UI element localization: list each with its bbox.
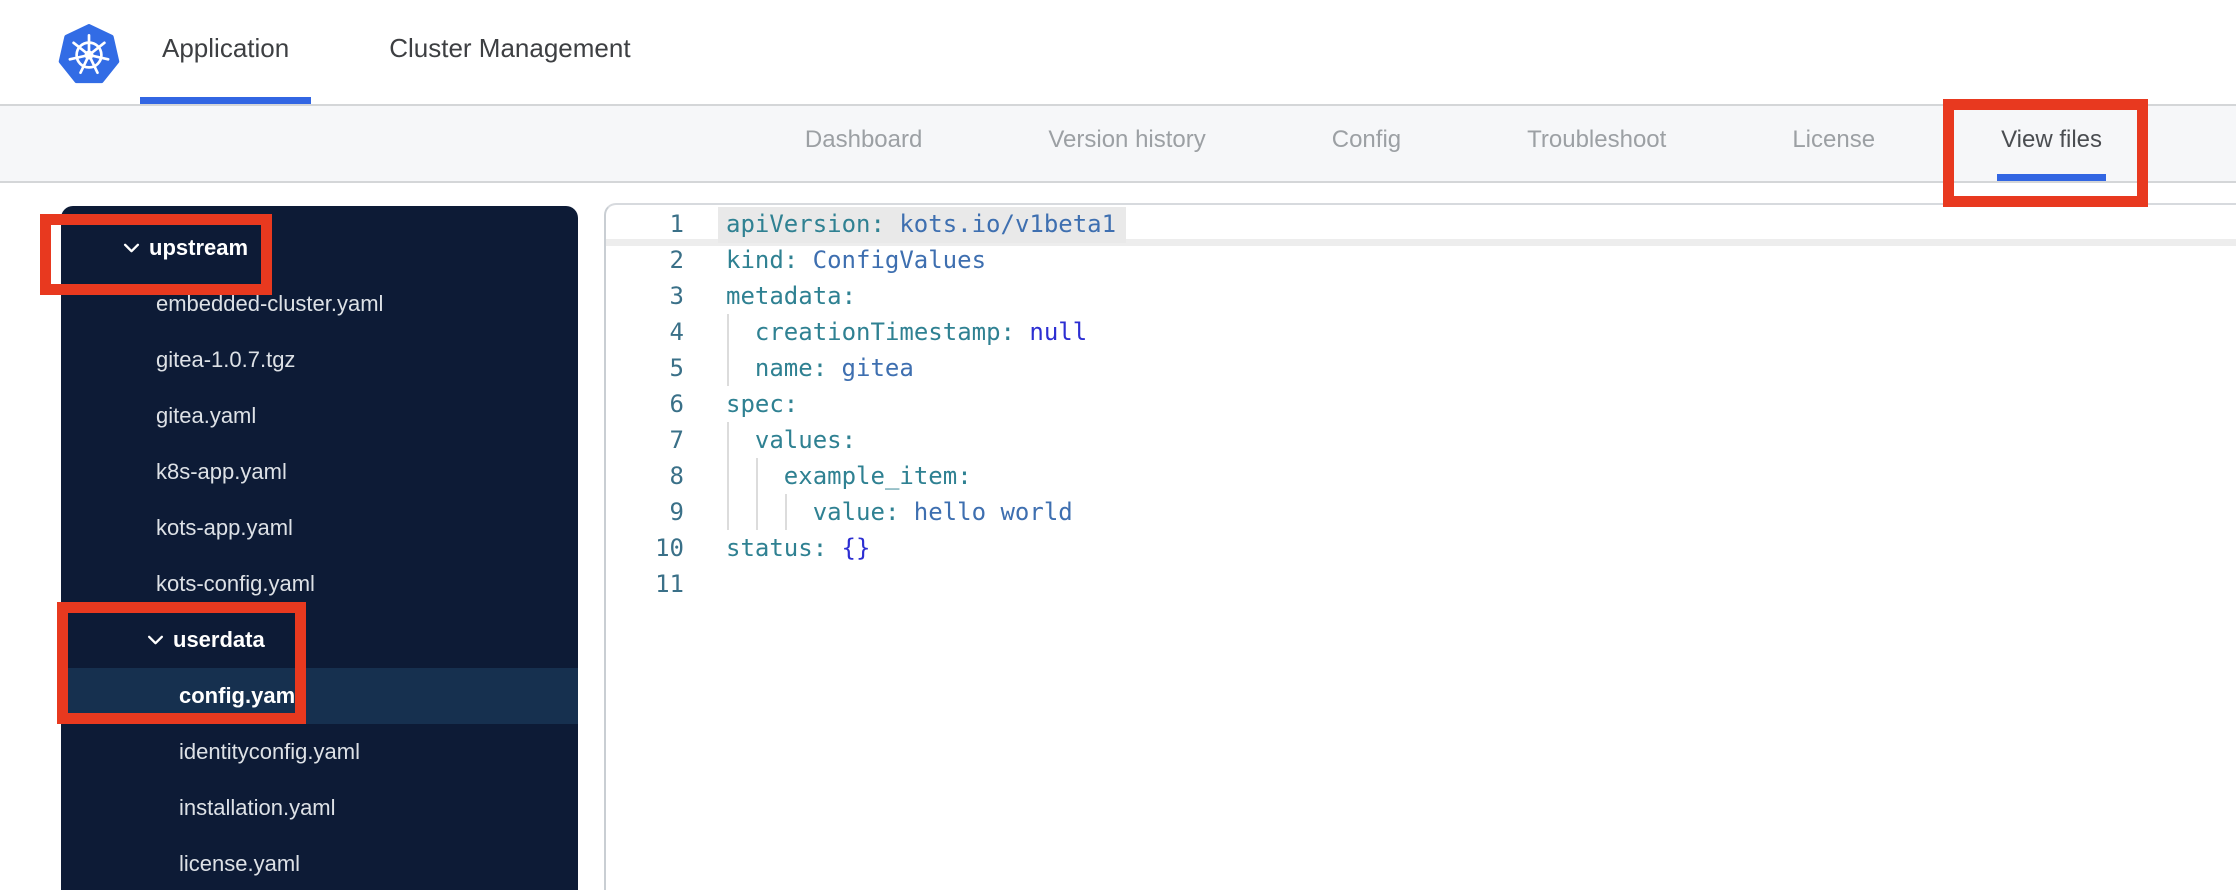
code-text: name: gitea bbox=[726, 350, 914, 386]
code-text: spec: bbox=[726, 390, 799, 418]
code-line: 8 example_item: bbox=[606, 458, 2236, 494]
tree-file-label: embedded-cluster.yaml bbox=[156, 291, 384, 316]
tree-folder-label: userdata bbox=[173, 627, 265, 652]
code-text: value: hello world bbox=[726, 494, 1073, 530]
tree-file-label: installation.yaml bbox=[179, 795, 336, 820]
tree-file-label: config.yaml bbox=[179, 683, 302, 708]
chevron-down-icon bbox=[123, 243, 140, 253]
tree-file-label: license.yaml bbox=[179, 851, 301, 876]
code-line: 11 bbox=[606, 566, 2236, 602]
code-text: kind: ConfigValues bbox=[726, 246, 987, 274]
code-line: 2 kind: ConfigValues bbox=[606, 242, 2236, 278]
tree-file-kots-app[interactable]: kots-app.yaml bbox=[61, 500, 578, 556]
code-line: 1 apiVersion: kots.io/v1beta1 bbox=[606, 206, 2236, 243]
tree-file-label: identityconfig.yaml bbox=[179, 739, 360, 764]
tree-file-kots-config[interactable]: kots-config.yaml bbox=[61, 556, 578, 612]
code-line: 5 name: gitea bbox=[606, 350, 2236, 386]
tree-file-installation[interactable]: installation.yaml bbox=[61, 780, 578, 836]
line-number: 10 bbox=[655, 534, 684, 562]
code-text: status:{} bbox=[726, 534, 871, 562]
app-subnav: Dashboard Version history Config Trouble… bbox=[0, 104, 2236, 183]
tree-file-label: kots-config.yaml bbox=[156, 571, 315, 596]
code-text: example_item: bbox=[726, 458, 972, 494]
primary-tabs: Application Cluster Management bbox=[140, 0, 653, 104]
tree-file-label: kots-app.yaml bbox=[156, 515, 293, 540]
tree-file-label: gitea.yaml bbox=[156, 403, 257, 428]
tree-folder-upstream[interactable]: upstream bbox=[61, 220, 578, 276]
nav-item-troubleshoot[interactable]: Troubleshoot bbox=[1523, 106, 1670, 181]
tree-file-embedded-cluster[interactable]: embedded-cluster.yaml bbox=[61, 276, 578, 332]
tree-file-gitea-yaml[interactable]: gitea.yaml bbox=[61, 388, 578, 444]
code-line: 7 values: bbox=[606, 422, 2236, 458]
line-number: 5 bbox=[669, 354, 684, 382]
nav-item-dashboard[interactable]: Dashboard bbox=[801, 106, 926, 181]
page: { "header": { "tabs": [ { "label": "Appl… bbox=[0, 0, 2236, 890]
code-line: 3 metadata: bbox=[606, 278, 2236, 314]
kubernetes-logo bbox=[58, 24, 120, 84]
code-line: 10 status:{} bbox=[606, 530, 2236, 566]
code-text: apiVersion: kots.io/v1beta1 bbox=[718, 206, 1127, 243]
code-text: creationTimestamp: null bbox=[726, 314, 1087, 350]
tree-folder-label: upstream bbox=[149, 235, 249, 260]
tree-folder-userdata[interactable]: userdata bbox=[61, 612, 578, 668]
tab-application[interactable]: Application bbox=[140, 0, 312, 104]
line-number: 9 bbox=[669, 498, 684, 526]
nav-item-license[interactable]: License bbox=[1788, 106, 1879, 181]
line-number: 1 bbox=[669, 210, 684, 238]
nav-item-config[interactable]: Config bbox=[1328, 106, 1405, 181]
line-number: 8 bbox=[669, 462, 684, 490]
line-number: 11 bbox=[655, 570, 684, 598]
line-number: 2 bbox=[669, 246, 684, 274]
code-line: 9 value: hello world bbox=[606, 494, 2236, 530]
app-header: Application Cluster Management bbox=[0, 0, 2236, 104]
tree-file-label: gitea-1.0.7.tgz bbox=[156, 347, 296, 372]
tree-file-config-yaml-selected[interactable]: config.yaml bbox=[61, 668, 578, 724]
nav-item-version-history[interactable]: Version history bbox=[1044, 106, 1209, 181]
chevron-down-icon bbox=[147, 635, 164, 645]
tree-file-license[interactable]: license.yaml bbox=[61, 836, 578, 892]
tree-file-label: k8s-app.yaml bbox=[156, 459, 287, 484]
code-text: values: bbox=[726, 422, 856, 458]
code-line: 6 spec: bbox=[606, 386, 2236, 422]
line-number: 7 bbox=[669, 426, 684, 454]
line-number: 3 bbox=[669, 282, 684, 310]
line-number: 6 bbox=[669, 390, 684, 418]
nav-item-view-files[interactable]: View files bbox=[1997, 106, 2106, 181]
tree-file-k8s-app[interactable]: k8s-app.yaml bbox=[61, 444, 578, 500]
code-line: 4 creationTimestamp: null bbox=[606, 314, 2236, 350]
tree-file-gitea-tgz[interactable]: gitea-1.0.7.tgz bbox=[61, 332, 578, 388]
tree-file-identityconfig[interactable]: identityconfig.yaml bbox=[61, 724, 578, 780]
code-text: metadata: bbox=[726, 282, 857, 310]
file-tree-sidebar: upstream embedded-cluster.yaml gitea-1.0… bbox=[61, 206, 578, 890]
line-number: 4 bbox=[669, 318, 684, 346]
tab-cluster-management[interactable]: Cluster Management bbox=[367, 0, 652, 104]
file-content-viewer[interactable]: 1 apiVersion: kots.io/v1beta1 2 kind: Conf… bbox=[604, 203, 2236, 890]
